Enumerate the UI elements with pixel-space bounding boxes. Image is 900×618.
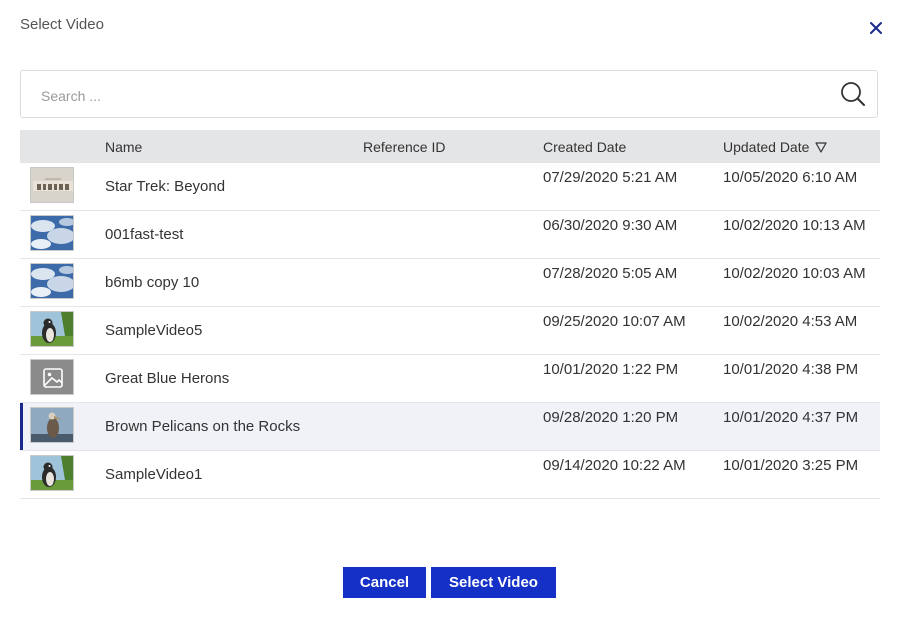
select-video-button[interactable]: Select Video	[431, 567, 556, 598]
cell-name: SampleVideo5	[105, 322, 203, 339]
cell-name: Brown Pelicans on the Rocks	[105, 418, 301, 435]
table-row[interactable]: b6mb copy 10 07/28/2020 5:05 AM 10/02/2020…	[20, 259, 880, 307]
cell-name: b6mb copy 10	[105, 274, 200, 291]
cancel-button[interactable]: Cancel	[343, 567, 426, 598]
clouds-thumbnail	[30, 263, 74, 299]
cell-updated-date: 10/02/2020 10:03 AM	[723, 265, 866, 282]
cell-updated-date: 10/02/2020 4:53 AM	[723, 313, 858, 330]
cell-created-date: 07/29/2020 5:21 AM	[543, 169, 678, 186]
cell-created-date: 09/14/2020 10:22 AM	[543, 457, 686, 474]
table-row[interactable]: SampleVideo5 09/25/2020 10:07 AM 10/02/202…	[20, 307, 880, 355]
cell-created-date: 10/01/2020 1:22 PM	[543, 361, 679, 378]
table-row[interactable]: Star Trek: Beyond 07/29/2020 5:21 AM 10/05…	[20, 163, 880, 211]
cell-name: Star Trek: Beyond	[105, 178, 226, 195]
clouds-thumbnail	[30, 215, 74, 251]
cell-created-date: 06/30/2020 9:30 AM	[543, 217, 678, 234]
cell-updated-date: 10/02/2020 10:13 AM	[723, 217, 866, 234]
cell-name: 001fast-test	[105, 226, 184, 243]
penguin-thumbnail	[30, 455, 74, 491]
cell-name: Great Blue Herons	[105, 370, 230, 387]
cell-created-date: 07/28/2020 5:05 AM	[543, 265, 678, 282]
search-input[interactable]	[39, 83, 823, 109]
table-row[interactable]: Great Blue Herons 10/01/2020 1:22 PM 10/01…	[20, 355, 880, 403]
sort-descending-icon[interactable]	[815, 142, 828, 153]
column-header-created-date[interactable]: Created Date	[543, 139, 626, 155]
column-header-reference-id[interactable]: Reference ID	[363, 139, 445, 155]
close-icon	[870, 22, 882, 34]
cell-created-date: 09/28/2020 1:20 PM	[543, 409, 679, 426]
image-placeholder-icon	[30, 359, 74, 395]
column-header-updated-date-label: Updated Date	[723, 139, 810, 155]
column-header-updated-date[interactable]: Updated Date	[723, 139, 828, 155]
star-trek-beyond-thumbnail	[30, 167, 74, 203]
video-table: Name Reference ID Created Date Updated D…	[20, 130, 880, 499]
close-button[interactable]	[866, 18, 886, 38]
cell-created-date: 09/25/2020 10:07 AM	[543, 313, 686, 330]
search-box	[20, 70, 878, 118]
search-icon[interactable]	[839, 80, 867, 108]
table-row[interactable]: Brown Pelicans on the Rocks 09/28/2020 1:…	[20, 403, 880, 451]
pelican-thumbnail	[30, 407, 74, 443]
table-row[interactable]: 001fast-test 06/30/2020 9:30 AM 10/02/2020…	[20, 211, 880, 259]
table-header: Name Reference ID Created Date Updated D…	[20, 130, 880, 163]
cell-updated-date: 10/01/2020 4:38 PM	[723, 361, 859, 378]
cell-updated-date: 10/01/2020 4:37 PM	[723, 409, 859, 426]
cell-updated-date: 10/05/2020 6:10 AM	[723, 169, 858, 186]
dialog-title: Select Video	[20, 16, 104, 33]
table-body: Star Trek: Beyond 07/29/2020 5:21 AM 10/05…	[20, 163, 880, 499]
column-header-name[interactable]: Name	[105, 139, 142, 155]
cell-name: SampleVideo1	[105, 466, 203, 483]
table-row[interactable]: SampleVideo1 09/14/2020 10:22 AM 10/01/202…	[20, 451, 880, 499]
penguin-thumbnail	[30, 311, 74, 347]
cell-updated-date: 10/01/2020 3:25 PM	[723, 457, 859, 474]
